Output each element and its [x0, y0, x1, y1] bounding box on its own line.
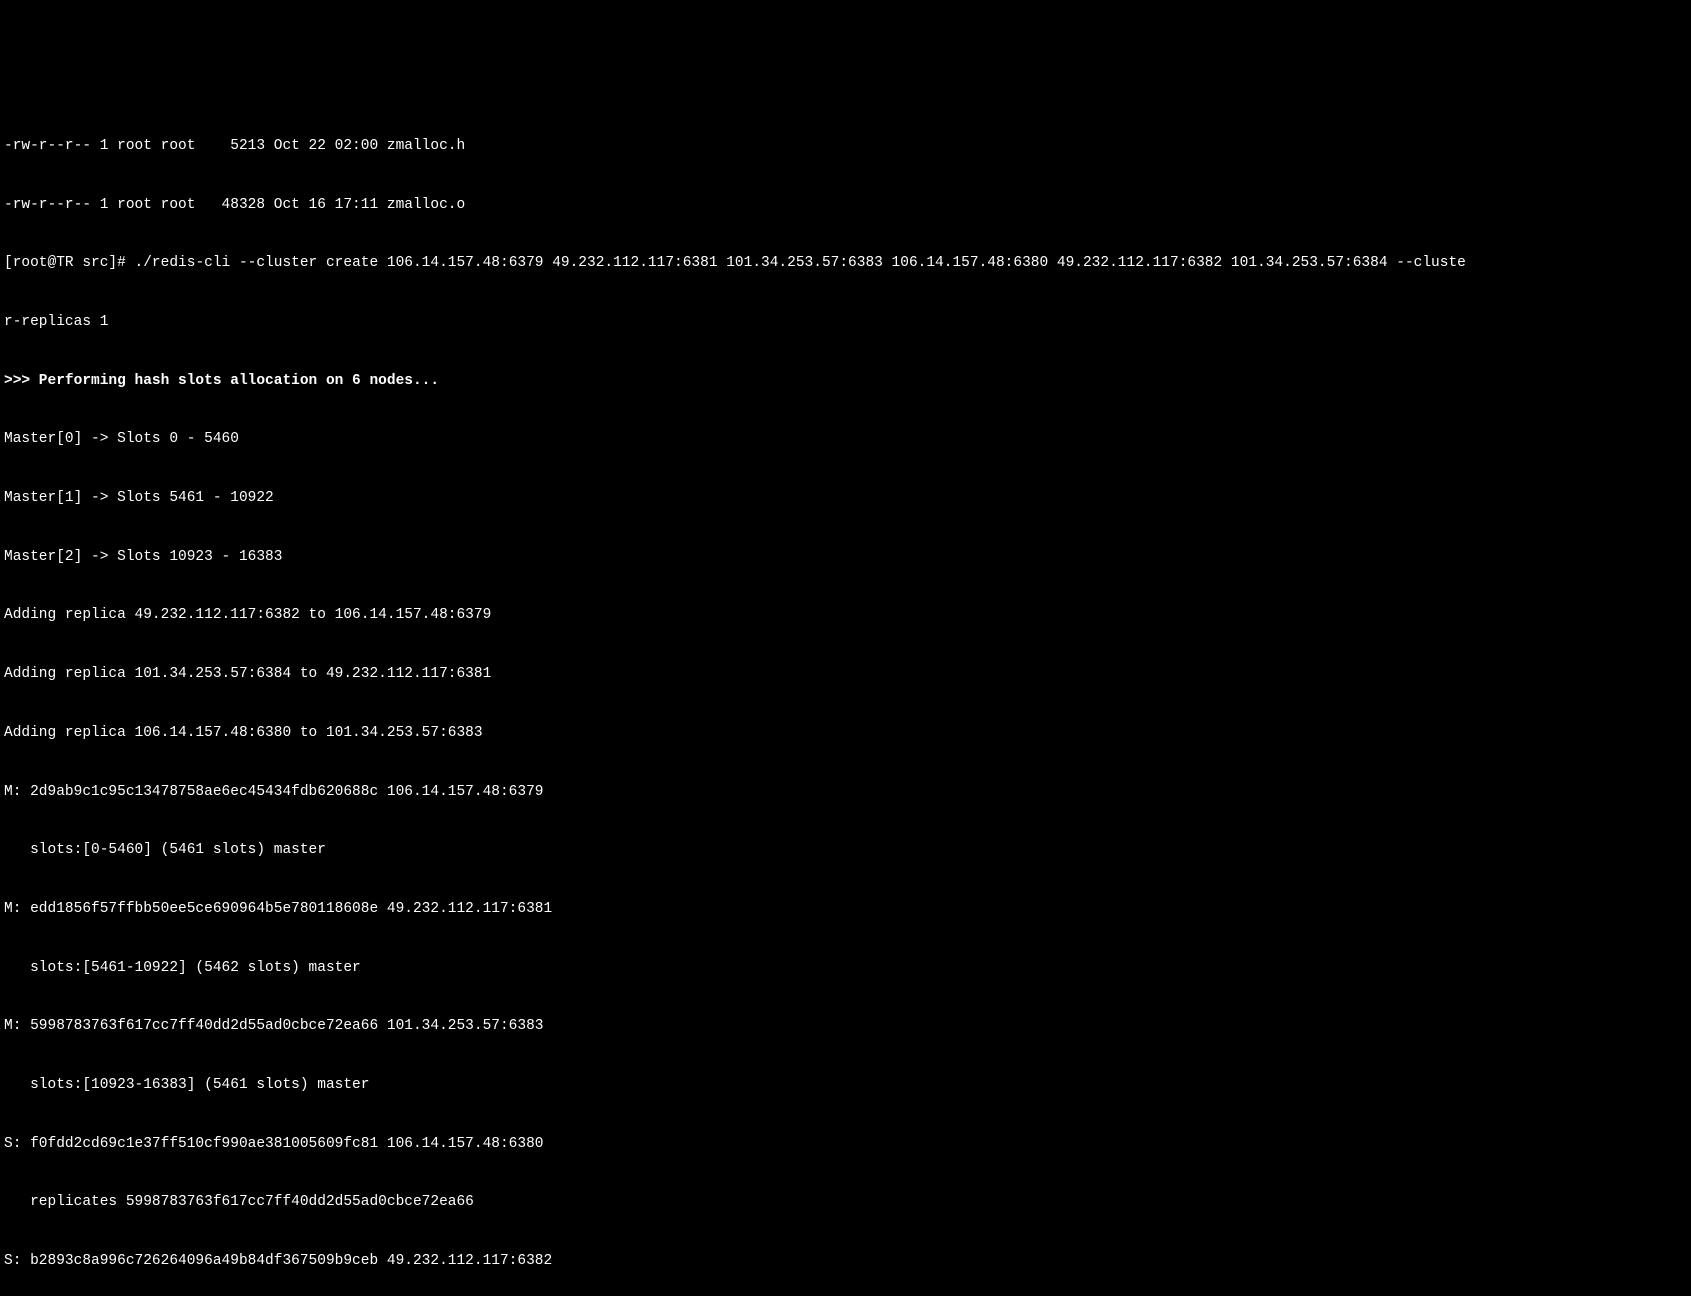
terminal[interactable]: -rw-r--r-- 1 root root 5213 Oct 22 02:00… — [0, 98, 1691, 1296]
node-entry: M: 5998783763f617cc7ff40dd2d55ad0cbce72e… — [4, 1017, 1687, 1037]
prompt: [root@TR src]# — [4, 255, 135, 271]
replica-assign: Adding replica 49.232.112.117:6382 to 10… — [4, 606, 1687, 626]
status-heading: >>> Performing hash slots allocation on … — [4, 372, 1687, 392]
master-slots: Master[0] -> Slots 0 - 5460 — [4, 430, 1687, 450]
command-line: r-replicas 1 — [4, 313, 1687, 333]
node-entry: M: edd1856f57ffbb50ee5ce690964b5e7801186… — [4, 900, 1687, 920]
replica-assign: Adding replica 106.14.157.48:6380 to 101… — [4, 724, 1687, 744]
node-entry: S: f0fdd2cd69c1e37ff510cf990ae381005609f… — [4, 1135, 1687, 1155]
master-slots: Master[1] -> Slots 5461 - 10922 — [4, 489, 1687, 509]
ls-line: -rw-r--r-- 1 root root 48328 Oct 16 17:1… — [4, 196, 1687, 216]
node-entry: S: b2893c8a996c726264096a49b84df367509b9… — [4, 1252, 1687, 1272]
node-replicates: replicates 5998783763f617cc7ff40dd2d55ad… — [4, 1193, 1687, 1213]
node-slots: slots:[0-5460] (5461 slots) master — [4, 841, 1687, 861]
replica-assign: Adding replica 101.34.253.57:6384 to 49.… — [4, 665, 1687, 685]
command-text: ./redis-cli --cluster create 106.14.157.… — [135, 255, 1466, 271]
node-slots: slots:[10923-16383] (5461 slots) master — [4, 1076, 1687, 1096]
ls-line: -rw-r--r-- 1 root root 5213 Oct 22 02:00… — [4, 137, 1687, 157]
node-entry: M: 2d9ab9c1c95c13478758ae6ec45434fdb6206… — [4, 783, 1687, 803]
node-slots: slots:[5461-10922] (5462 slots) master — [4, 959, 1687, 979]
command-line: [root@TR src]# ./redis-cli --cluster cre… — [4, 254, 1687, 274]
master-slots: Master[2] -> Slots 10923 - 16383 — [4, 548, 1687, 568]
